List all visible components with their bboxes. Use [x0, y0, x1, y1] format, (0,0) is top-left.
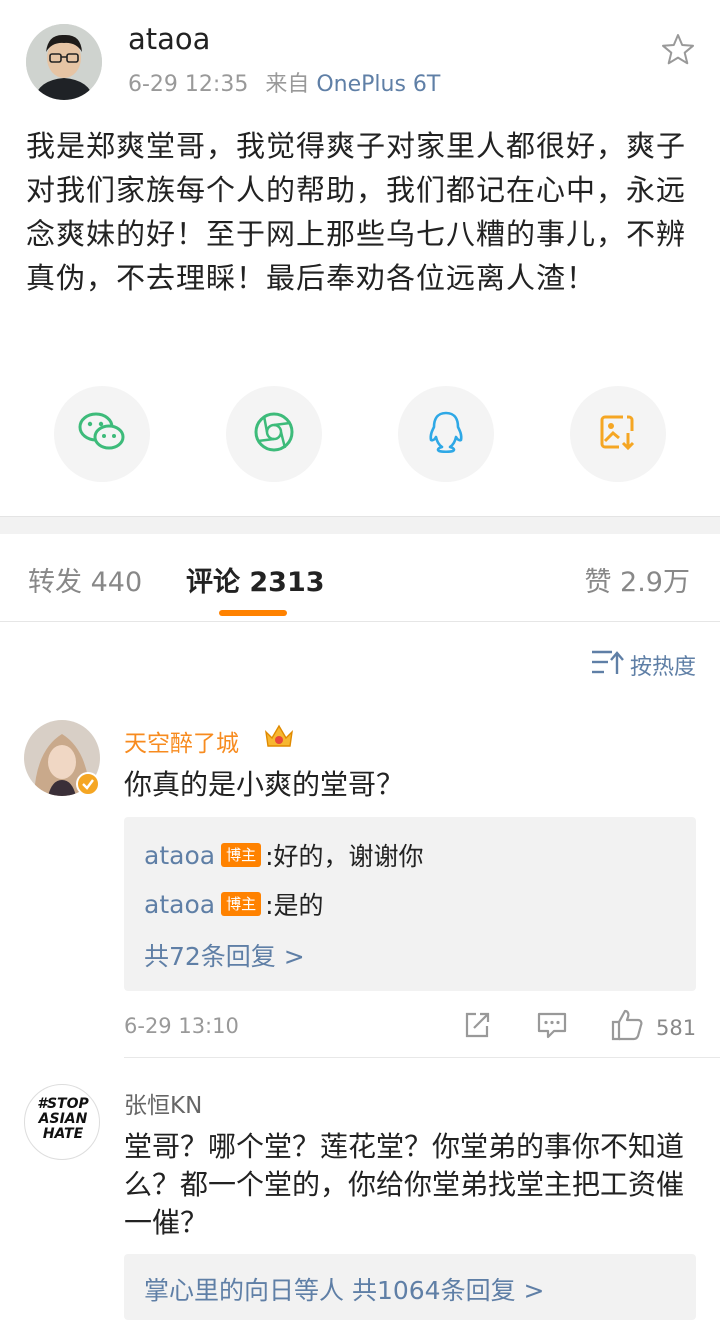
save-image-button[interactable]	[570, 386, 666, 482]
share-moments-button[interactable]	[226, 386, 322, 482]
qq-icon	[426, 409, 466, 459]
comment-divider	[124, 1057, 720, 1058]
reply-box[interactable]: 掌心里的向日等人 共1064条回复 >	[124, 1254, 696, 1320]
comment-text: 你真的是小爽的堂哥？	[124, 768, 405, 801]
favorite-star-icon[interactable]	[660, 32, 696, 68]
tab-reposts[interactable]: 转发 440	[28, 560, 142, 599]
reply-item: ataoa 博主 :好的，谢谢你	[144, 837, 424, 873]
commenter-name[interactable]: 张恒KN	[124, 1086, 202, 1120]
post-time: 6-29 12:35	[128, 72, 249, 97]
comment-text: 堂哥？哪个堂？莲花堂？你堂弟的事你不知道么？都一个堂的，你给你堂弟找堂主把工资催…	[124, 1130, 685, 1239]
interaction-tabs: 转发 440 评论 2313 赞 2.9万	[0, 534, 720, 622]
thumbs-up-icon	[610, 1008, 644, 1047]
commenter-avatar[interactable]: #STOP ASIAN HATE	[24, 1084, 100, 1160]
save-image-icon	[597, 411, 639, 457]
post-meta: 6-29 12:35 来自 OnePlus 6T	[128, 66, 440, 98]
verified-badge-icon	[76, 772, 100, 796]
moments-icon	[252, 410, 296, 458]
author-badge: 博主	[221, 843, 262, 867]
share-qq-button[interactable]	[398, 386, 494, 482]
sort-icon	[590, 648, 630, 682]
share-icon	[462, 1010, 492, 1045]
post-header: ataoa 6-29 12:35 来自 OnePlus 6T	[0, 0, 720, 110]
like-count: 581	[656, 1015, 697, 1040]
source-prefix: 来自	[265, 72, 310, 97]
vip-crown-icon	[262, 720, 296, 756]
reply-item: ataoa 博主 :是的	[144, 886, 324, 922]
sort-by-hotness-button[interactable]: 按热度	[590, 648, 696, 682]
commenter-name[interactable]: 天空醉了城	[124, 724, 239, 758]
author-name[interactable]: ataoa	[128, 22, 210, 56]
reply-comment-button[interactable]	[536, 1010, 568, 1045]
tab-likes[interactable]: 赞 2.9万	[584, 560, 690, 599]
comment-item: 天空醉了城 你真的是小爽的堂哥？ ataoa 博主 :好的，谢谢你 ataoa …	[0, 716, 720, 1060]
more-replies-link[interactable]: 掌心里的向日等人 共1064条回复 >	[144, 1271, 544, 1307]
author-avatar[interactable]	[26, 24, 102, 100]
comment-item: #STOP ASIAN HATE 张恒KN 堂哥？哪个堂？莲花堂？你堂弟的事你不…	[0, 1080, 720, 1320]
post-body-text: 我是郑爽堂哥，我觉得爽子对家里人都很好，爽子对我们家族每个人的帮助，我们都记在心…	[26, 129, 687, 295]
sort-label: 按热度	[629, 655, 696, 680]
tab-comments[interactable]: 评论 2313	[186, 560, 325, 599]
section-divider	[0, 516, 720, 534]
like-comment-button[interactable]: 581	[610, 1008, 696, 1047]
active-tab-indicator	[219, 610, 287, 616]
reply-author[interactable]: ataoa	[144, 890, 215, 919]
comment-icon	[536, 1010, 568, 1045]
wechat-icon	[77, 410, 127, 458]
author-badge: 博主	[221, 892, 262, 916]
post-source[interactable]: OnePlus 6T	[316, 72, 440, 97]
reply-text: :是的	[265, 891, 324, 920]
avatar-text: #STOP ASIAN HATE	[37, 1096, 89, 1142]
reply-box[interactable]: ataoa 博主 :好的，谢谢你 ataoa 博主 :是的 共72条回复 >	[124, 817, 696, 991]
share-row	[0, 386, 720, 482]
comment-time: 6-29 13:10	[124, 1014, 239, 1038]
share-wechat-button[interactable]	[54, 386, 150, 482]
reply-author[interactable]: ataoa	[144, 841, 215, 870]
reply-text: :好的，谢谢你	[265, 842, 424, 871]
more-replies-link[interactable]: 共72条回复 >	[144, 937, 305, 973]
share-comment-button[interactable]	[462, 1010, 492, 1045]
